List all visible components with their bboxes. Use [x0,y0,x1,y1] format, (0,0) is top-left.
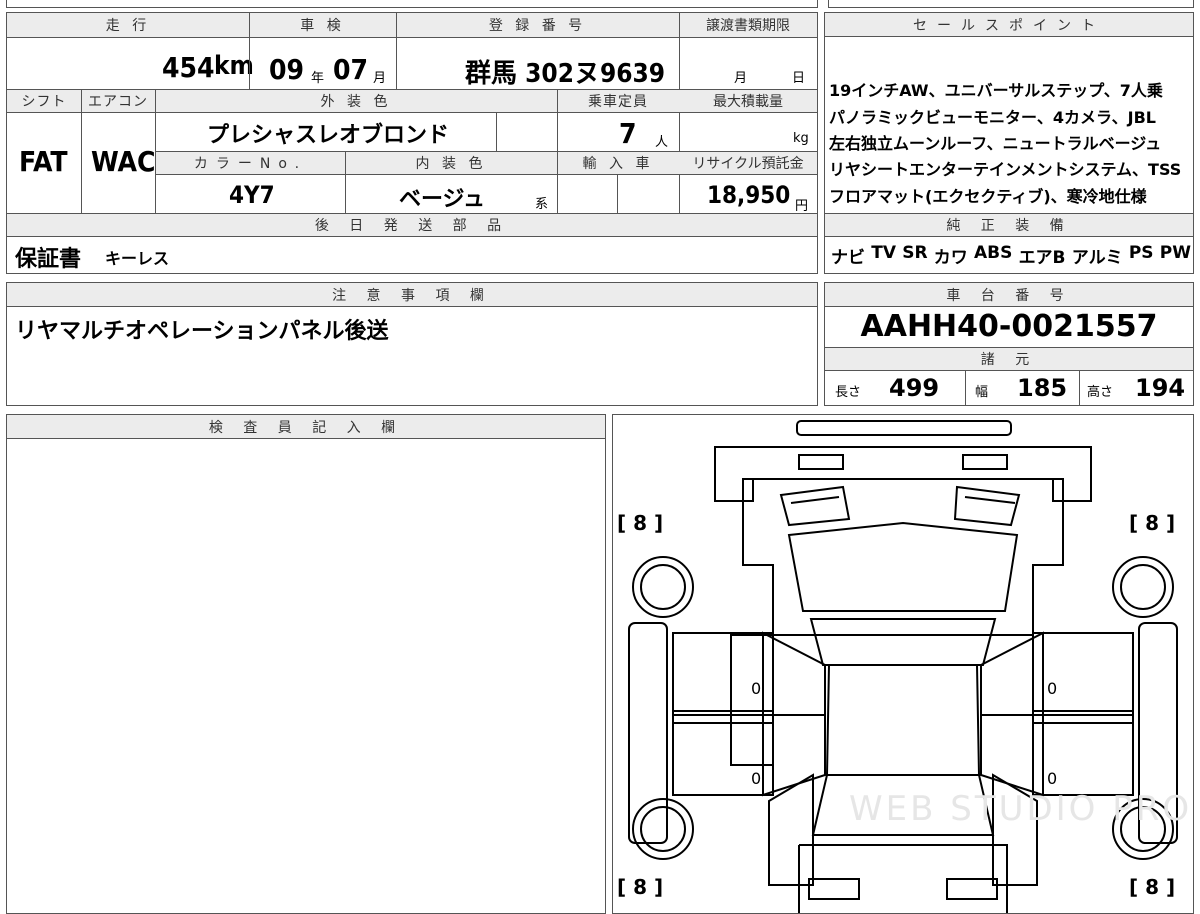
aircon-header: エアコン [81,90,155,112]
vehicle-diagram-panel: [ 8 ] [ 8 ] [ 8 ] [ 8 ] 0 0 0 0 WEB STUD… [612,414,1194,914]
inspection-month-unit: 月 [373,71,387,86]
equipment-item: PW [1159,243,1191,263]
inspection-month: 07 [333,53,369,86]
interior-color-value: ベージュ [399,187,486,212]
inspection-year-unit: 年 [311,71,325,86]
height-value: 194 [1135,374,1186,402]
watermark: WEB STUDIO PRO [849,789,1193,829]
equipment-item: ナビ [831,248,865,268]
later-parts-value: 保証書 [15,247,82,272]
color-no-header: カラーNo. [156,152,345,174]
registration-value: 群馬 302ヌ9639 [465,59,666,89]
exterior-color-value: プレシャスレオブロンド [207,123,450,148]
vehicle-info-table: 走 行 車 検 登 録 番 号 譲渡書類期限 454 km 09 年 07 月 … [6,12,818,274]
sales-points-panel: セールスポイント 19インチAW、ユニバーサルステップ、7人乗 パノラミックビュ… [824,12,1194,274]
exterior-color-header: 外 装 色 [155,90,557,112]
chassis-panel: 車 台 番 号 AAHH40-0021557 諸 元 長さ 499 幅 185 … [824,282,1194,406]
recycle-unit: 円 [795,199,809,214]
sales-points-header: セールスポイント [825,13,1193,37]
width-label: 幅 [975,385,989,400]
tire-rear-right-value: [ 8 ] [1129,875,1176,899]
equipment-item: TV [871,243,896,263]
max-load-header: 最大積載量 [679,90,817,112]
equipment-header: 純 正 装 備 [825,214,1193,236]
mileage-value: 454 [162,51,215,84]
capacity-header: 乗車定員 [557,90,679,112]
shift-value: FAT [19,145,68,178]
transfer-day-unit: 日 [792,71,806,86]
interior-color-header: 内 装 色 [345,152,557,174]
chassis-header: 車 台 番 号 [825,283,1193,307]
equipment-item: ABS [973,243,1013,263]
max-load-unit: kg [793,131,809,146]
color-no-value: 4Y7 [229,181,275,209]
top-cropped-strip [6,0,1194,8]
vehicle-diagram [628,420,1178,913]
inspection-header: 車 検 [249,13,396,37]
notes-panel: 注 意 事 項 欄 リヤマルチオペレーションパネル後送 [6,282,818,406]
import-header: 輸 入 車 [557,152,679,174]
door-front-right-value: 0 [1047,679,1058,698]
transfer-deadline-header: 譲渡書類期限 [679,13,817,37]
mileage-header: 走 行 [7,13,249,37]
height-label: 高さ [1087,385,1114,400]
equipment-item: SR [902,243,928,263]
later-parts-header: 後 日 発 送 部 品 [7,214,817,236]
inspector-header: 検 査 員 記 入 欄 [7,415,605,439]
sales-point-line: 19インチAW、ユニバーサルステップ、7人乗 [829,81,1163,100]
width-value: 185 [1017,374,1068,402]
tire-front-left-value: [ 8 ] [617,511,664,535]
aircon-value: WAC [91,145,156,178]
inspector-panel: 検 査 員 記 入 欄 [6,414,606,914]
interior-color-suffix: 系 [535,197,549,212]
equipment-item: エアB [1018,248,1066,268]
inspection-year: 09 [269,53,305,86]
equipment-item: アルミ [1071,248,1123,268]
sales-point-line: パノラミックビューモニター、4カメラ、JBL [829,108,1156,127]
length-label: 長さ [835,385,862,400]
later-parts-value2: キーレス [105,249,170,268]
mileage-unit: km [214,51,254,81]
tire-rear-left-value: [ 8 ] [617,875,664,899]
recycle-header: リサイクル預託金 [679,152,817,174]
transfer-month-unit: 月 [734,71,748,86]
shift-header: シフト [7,90,81,112]
door-rear-left-value: 0 [751,769,762,788]
door-front-left-value: 0 [751,679,762,698]
sales-point-line: リヤシートエンターテインメントシステム、TSS [829,160,1182,179]
capacity-unit: 人 [655,135,669,150]
notes-header: 注 意 事 項 欄 [7,283,817,307]
sales-point-line: 左右独立ムーンルーフ、ニュートラルベージュ [829,134,1162,153]
equipment-item: カワ [933,248,968,268]
length-value: 499 [889,374,940,402]
registration-header: 登 録 番 号 [396,13,679,37]
specs-header: 諸 元 [825,348,1193,370]
notes-value: リヤマルチオペレーションパネル後送 [15,319,389,344]
recycle-value: 18,950 [707,181,791,209]
capacity-value: 7 [619,117,637,150]
sales-point-line: フロアマット(エクセクティブ)、寒冷地仕様 [829,187,1147,206]
tire-front-right-value: [ 8 ] [1129,511,1176,535]
door-rear-right-value: 0 [1047,769,1058,788]
equipment-item: PS [1128,243,1154,263]
chassis-value: AAHH40-0021557 [860,309,1158,344]
equipment-list: ナビ TV SR カワ ABS エアB アルミ PS PW [831,243,1191,269]
